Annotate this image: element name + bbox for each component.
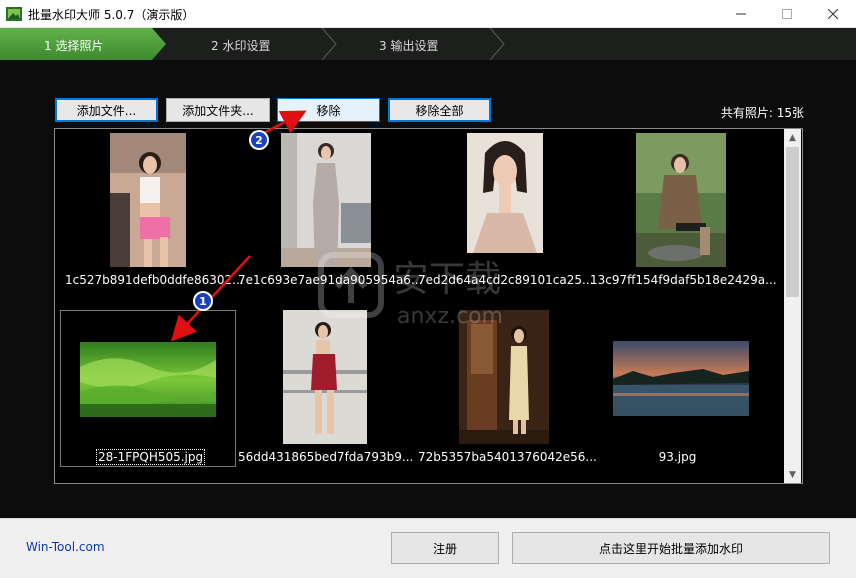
maximize-button[interactable]	[764, 0, 810, 28]
scroll-down-icon[interactable]: ▼	[784, 466, 801, 483]
vertical-scrollbar[interactable]: ▲ ▼	[784, 129, 801, 483]
watermark-text: 安下载	[393, 259, 501, 300]
thumbnail-item[interactable]: 1c527b891defb0ddfe86302...	[65, 133, 244, 293]
scroll-thumb[interactable]	[786, 147, 799, 297]
woman-outdoor-photo	[636, 133, 726, 267]
tab-output-settings[interactable]: 3 输出设置	[379, 37, 438, 54]
start-watermark-button[interactable]: 点击这里开始批量添加水印	[512, 532, 830, 564]
close-button[interactable]	[810, 0, 856, 28]
app-icon	[6, 7, 22, 21]
thumbnail-caption: 72b5357ba5401376042e56...	[418, 450, 597, 464]
remove-button[interactable]: 移除	[277, 98, 380, 122]
watermark-url: anxz.com	[397, 304, 503, 329]
scroll-up-icon[interactable]: ▲	[784, 129, 801, 146]
title-bar: 批量水印大师 5.0.7（演示版）	[0, 0, 856, 28]
close-icon	[828, 9, 838, 19]
wizard-steps: 1 选择照片 2 水印设置 3 输出设置	[0, 28, 856, 60]
tab-select-photos[interactable]: 1 选择照片	[44, 37, 103, 54]
step-badge-2: 2	[249, 130, 269, 150]
thumbnail-item-selected[interactable]: 28-1FPQH505.jpg	[60, 310, 236, 467]
add-files-button[interactable]: 添加文件...	[55, 98, 158, 122]
green-hills-photo	[80, 342, 216, 417]
thumbnail-caption: 1c527b891defb0ddfe86302...	[65, 273, 244, 287]
thumbnail-item[interactable]: 56dd431865bed7fda793b9...	[238, 310, 414, 467]
photo-count: 共有照片: 15张	[720, 106, 804, 120]
woman-gym-photo	[110, 133, 186, 267]
website-link[interactable]: Win-Tool.com	[26, 540, 105, 554]
step-badge-1: 1	[193, 291, 213, 311]
minimize-button[interactable]	[718, 0, 764, 28]
remove-all-button[interactable]: 移除全部	[388, 98, 491, 122]
watermark-logo: 安下载 anxz.com	[318, 252, 503, 329]
thumbnail-item[interactable]: 72b5357ba5401376042e56...	[418, 310, 597, 467]
add-folder-button[interactable]: 添加文件夹...	[166, 98, 270, 122]
thumbnail-item[interactable]: 93.jpg	[590, 310, 765, 467]
thumbnail-caption: 93.jpg	[658, 450, 697, 464]
thumbnail-item[interactable]: 13c97ff154f9daf5b18e2429a...	[590, 133, 777, 293]
thumbnail-caption: 13c97ff154f9daf5b18e2429a...	[590, 273, 777, 287]
thumbnail-caption: 56dd431865bed7fda793b9...	[238, 450, 414, 464]
woman-portrait-photo	[467, 133, 543, 253]
thumbnail-list[interactable]: 1c527b891defb0ddfe86302... 7e1c693e7ae91…	[54, 128, 803, 484]
lake-sunset-photo	[613, 341, 749, 416]
thumbnail-caption: 28-1FPQH505.jpg	[96, 449, 206, 465]
minimize-icon	[736, 13, 746, 15]
maximize-icon	[782, 9, 792, 19]
window-title: 批量水印大师 5.0.7（演示版）	[28, 8, 195, 22]
register-button[interactable]: 注册	[391, 532, 499, 564]
tab-watermark-settings[interactable]: 2 水印设置	[211, 37, 270, 54]
